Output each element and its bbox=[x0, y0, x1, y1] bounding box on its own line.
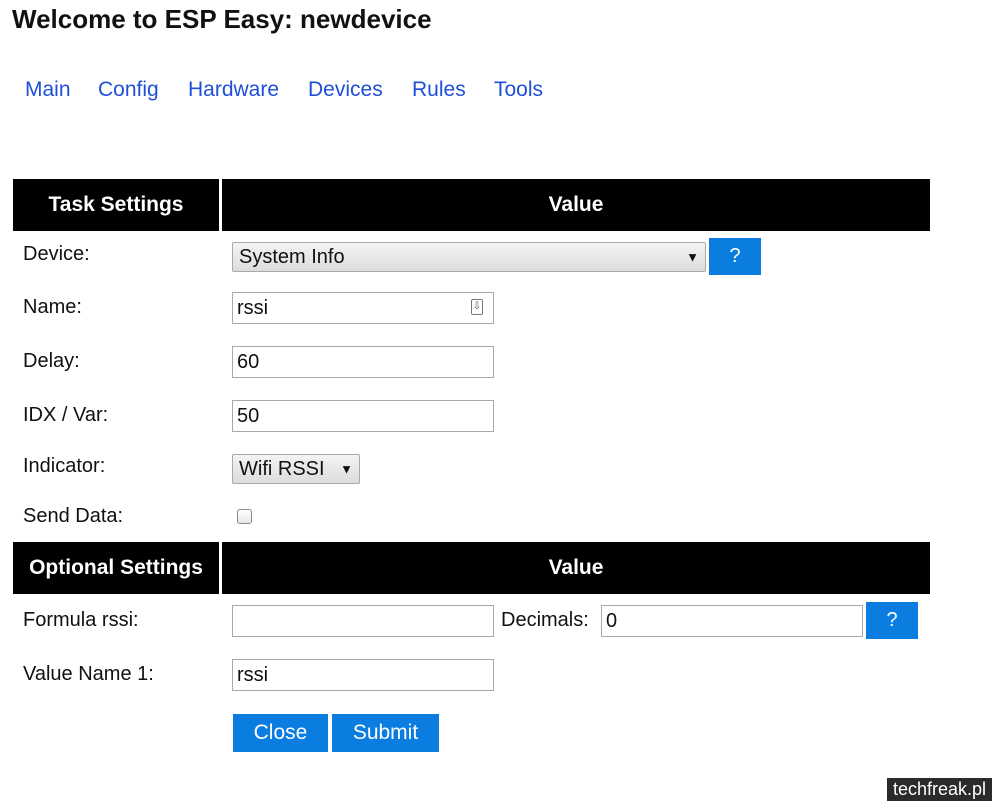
indicator-select[interactable]: Wifi RSSI ▼ bbox=[232, 454, 360, 484]
idx-input-value: 50 bbox=[237, 404, 260, 427]
idx-input[interactable]: 50 bbox=[232, 400, 494, 432]
value-name-input-value: rssi bbox=[237, 663, 269, 686]
name-input-value: rssi bbox=[237, 296, 269, 319]
submit-button[interactable]: Submit bbox=[332, 714, 439, 752]
device-select[interactable]: System Info ▼ bbox=[232, 242, 706, 272]
send-data-checkbox[interactable] bbox=[237, 509, 252, 524]
nav-link-main[interactable]: Main bbox=[25, 78, 71, 102]
value-name-input[interactable]: rssi bbox=[232, 659, 494, 691]
delay-input[interactable]: 60 bbox=[232, 346, 494, 378]
nav-link-rules[interactable]: Rules bbox=[412, 78, 466, 102]
nav-link-config[interactable]: Config bbox=[98, 78, 159, 102]
optional-value-header: Value bbox=[222, 542, 930, 594]
page-title: Welcome to ESP Easy: newdevice bbox=[12, 4, 432, 34]
delay-label: Delay: bbox=[23, 350, 80, 372]
send-data-label: Send Data: bbox=[23, 505, 124, 527]
task-settings-header: Task Settings bbox=[13, 179, 219, 231]
formula-help-button[interactable]: ? bbox=[866, 602, 918, 639]
optional-settings-header: Optional Settings bbox=[13, 542, 219, 594]
chevron-down-icon: ▼ bbox=[340, 461, 353, 477]
device-label: Device: bbox=[23, 243, 90, 265]
device-select-value: System Info bbox=[239, 245, 345, 268]
nav-link-hardware[interactable]: Hardware bbox=[188, 78, 279, 102]
indicator-label: Indicator: bbox=[23, 455, 106, 477]
formula-input[interactable] bbox=[232, 605, 494, 637]
indicator-select-value: Wifi RSSI bbox=[239, 457, 325, 480]
nav-link-tools[interactable]: Tools bbox=[494, 78, 543, 102]
delay-input-value: 60 bbox=[237, 350, 260, 373]
decimals-label: Decimals: bbox=[501, 609, 589, 631]
decimals-input[interactable]: 0 bbox=[601, 605, 863, 637]
chevron-down-icon: ▼ bbox=[686, 249, 699, 265]
nav-link-devices[interactable]: Devices bbox=[308, 78, 383, 102]
close-button[interactable]: Close bbox=[233, 714, 328, 752]
name-input[interactable]: rssi ⇩ bbox=[232, 292, 494, 324]
value-name-label: Value Name 1: bbox=[23, 663, 154, 685]
formula-label: Formula rssi: bbox=[23, 609, 139, 631]
watermark: techfreak.pl bbox=[886, 778, 992, 801]
password-manager-icon[interactable]: ⇩ bbox=[471, 299, 483, 315]
decimals-input-value: 0 bbox=[606, 609, 618, 632]
device-help-button[interactable]: ? bbox=[709, 238, 761, 275]
task-value-header: Value bbox=[222, 179, 930, 231]
idx-label: IDX / Var: bbox=[23, 404, 109, 426]
name-label: Name: bbox=[23, 296, 82, 318]
